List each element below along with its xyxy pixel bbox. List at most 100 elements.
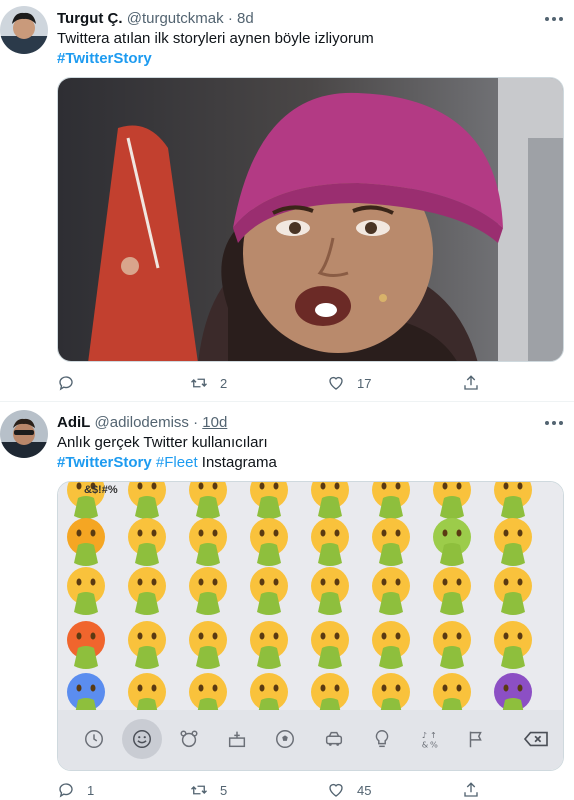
tweet-header: AdiL @adilodemiss · 10d (57, 414, 227, 434)
share-icon (464, 375, 478, 390)
car-icon (325, 731, 343, 746)
vomiting-emoji (311, 567, 349, 615)
symbols-tab[interactable]: ♪ ↑ &% (415, 724, 445, 754)
like-count: 45 (357, 782, 372, 798)
user-handle[interactable]: @turgutckmak (127, 10, 224, 27)
emoji-grid (67, 482, 532, 712)
vomiting-emoji (67, 673, 105, 712)
more-button[interactable] (544, 8, 564, 28)
smileys-tab[interactable] (122, 719, 162, 759)
vomiting-emoji (311, 518, 349, 566)
like-button[interactable]: 45 (327, 780, 371, 800)
vomiting-emoji (128, 673, 166, 712)
reply-button[interactable] (57, 373, 87, 393)
travel-tab[interactable] (319, 724, 349, 754)
tweet-photo[interactable]: &$!#% ♪ ↑ & % (57, 481, 564, 771)
vomiting-emoji (494, 567, 532, 615)
hashtag-link[interactable]: #Fleet (156, 454, 198, 471)
display-name[interactable]: Turgut Ç. (57, 10, 123, 27)
vomiting-emoji (189, 621, 227, 669)
vomiting-emoji (189, 567, 227, 615)
tweet-2[interactable]: AdiL @adilodemiss · 10d Anlık gerçek Twi… (0, 402, 574, 800)
vomiting-emoji (311, 621, 349, 669)
timestamp[interactable]: 8d (237, 10, 254, 27)
food-tab[interactable] (222, 724, 252, 754)
vomiting-emoji (250, 567, 288, 615)
reply-button[interactable]: 1 (57, 780, 94, 800)
vomiting-emoji (372, 518, 410, 566)
retweet-count: 5 (220, 782, 228, 798)
reply-icon (59, 783, 73, 798)
ball-icon (276, 730, 294, 748)
avatar[interactable] (0, 410, 48, 458)
vomiting-emoji (128, 482, 166, 519)
backspace-icon (523, 731, 548, 747)
separator-dot: · (193, 414, 199, 431)
vomiting-emoji (372, 482, 410, 519)
vomiting-emoji (189, 518, 227, 566)
vomiting-emoji (433, 482, 471, 519)
vomiting-emoji (250, 673, 288, 712)
retweet-button[interactable]: 5 (190, 780, 227, 800)
objects-tab[interactable] (367, 724, 397, 754)
like-count: 17 (357, 375, 372, 391)
cake-icon (228, 731, 246, 748)
hashtag-link[interactable]: #TwitterStory (57, 454, 152, 471)
svg-text:&: & (422, 739, 429, 749)
activity-tab[interactable] (270, 724, 300, 754)
display-name[interactable]: AdiL (57, 414, 90, 431)
photo-image (58, 78, 563, 361)
vomiting-emoji (494, 673, 532, 712)
recent-tab[interactable] (79, 724, 109, 754)
vomiting-emoji (67, 567, 105, 615)
share-button[interactable] (462, 780, 480, 800)
reply-count: 1 (87, 782, 95, 798)
vomiting-emoji (372, 567, 410, 615)
grawlix-text: &$!#% (84, 484, 118, 496)
tweet-actions: 1 5 45 (57, 780, 517, 800)
vomiting-emoji (494, 518, 532, 566)
symbols-icon: ♪ ↑&% (422, 730, 438, 749)
timestamp[interactable]: 10d (202, 414, 227, 431)
svg-text:%: % (430, 739, 438, 749)
vomiting-emoji (433, 673, 471, 712)
share-button[interactable] (462, 373, 480, 393)
retweet-icon (191, 785, 207, 795)
tweet-header: Turgut Ç. @turgutckmak · 8d (57, 10, 254, 30)
vomiting-emoji (433, 621, 471, 669)
tweet-text-line2: #TwitterStory #Fleet Instagrama (57, 453, 277, 473)
vomiting-emoji (311, 673, 349, 712)
vomiting-emoji (128, 567, 166, 615)
tweet-photo[interactable] (57, 77, 564, 362)
retweet-icon (191, 378, 207, 388)
flags-tab[interactable] (461, 724, 491, 754)
retweet-button[interactable]: 2 (190, 373, 227, 393)
like-button[interactable]: 17 (327, 373, 371, 393)
like-icon (329, 783, 343, 797)
vomiting-emoji (67, 518, 105, 566)
flag-icon (469, 731, 482, 748)
share-icon (464, 782, 478, 797)
bear-icon (180, 730, 198, 748)
hashtag-link[interactable]: #TwitterStory (57, 50, 152, 67)
vomiting-emoji (433, 567, 471, 615)
retweet-count: 2 (220, 375, 228, 391)
vomiting-emoji (250, 621, 288, 669)
like-icon (329, 376, 343, 390)
vomiting-emoji (433, 518, 471, 566)
vomiting-emoji (250, 518, 288, 566)
vomiting-emoji (372, 621, 410, 669)
animals-tab[interactable] (174, 724, 204, 754)
vomiting-emoji (250, 482, 288, 519)
bulb-icon (375, 730, 389, 748)
vomiting-emoji (189, 482, 227, 519)
avatar[interactable] (0, 6, 48, 54)
more-button[interactable] (544, 412, 564, 432)
user-handle[interactable]: @adilodemiss (95, 414, 189, 431)
separator-dot: · (227, 10, 233, 27)
backspace-key[interactable] (518, 724, 554, 754)
tweet-1[interactable]: Turgut Ç. @turgutckmak · 8d Twittera atı… (0, 0, 574, 402)
emoji-category-bar: ♪ ↑ &% (58, 710, 563, 770)
vomiting-emoji (189, 673, 227, 712)
vomiting-emoji (67, 621, 105, 669)
